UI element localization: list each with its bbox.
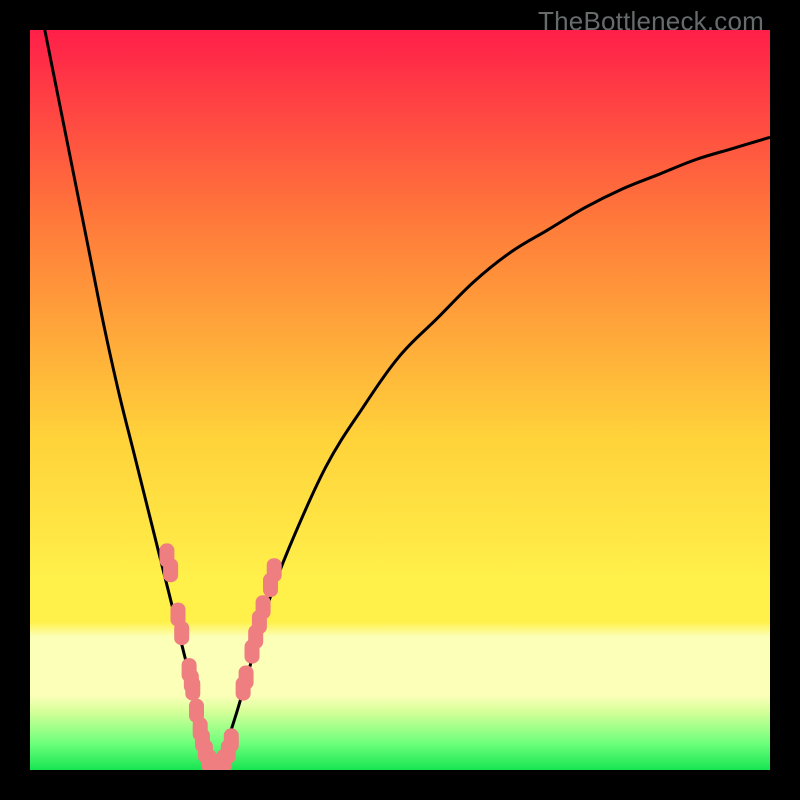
highlight-dot <box>239 666 254 690</box>
highlight-dot <box>163 558 178 582</box>
highlight-dot <box>174 621 189 645</box>
frame-left <box>0 0 30 800</box>
highlight-dots <box>159 543 281 770</box>
highlight-dot <box>267 558 282 582</box>
frame-bottom <box>0 770 800 800</box>
curve-right-branch <box>215 137 770 770</box>
highlight-dot <box>224 728 239 752</box>
highlight-dot <box>256 595 271 619</box>
highlight-dot <box>185 677 200 701</box>
plot-area <box>30 30 770 770</box>
frame-right <box>770 0 800 800</box>
chart-svg <box>30 30 770 770</box>
